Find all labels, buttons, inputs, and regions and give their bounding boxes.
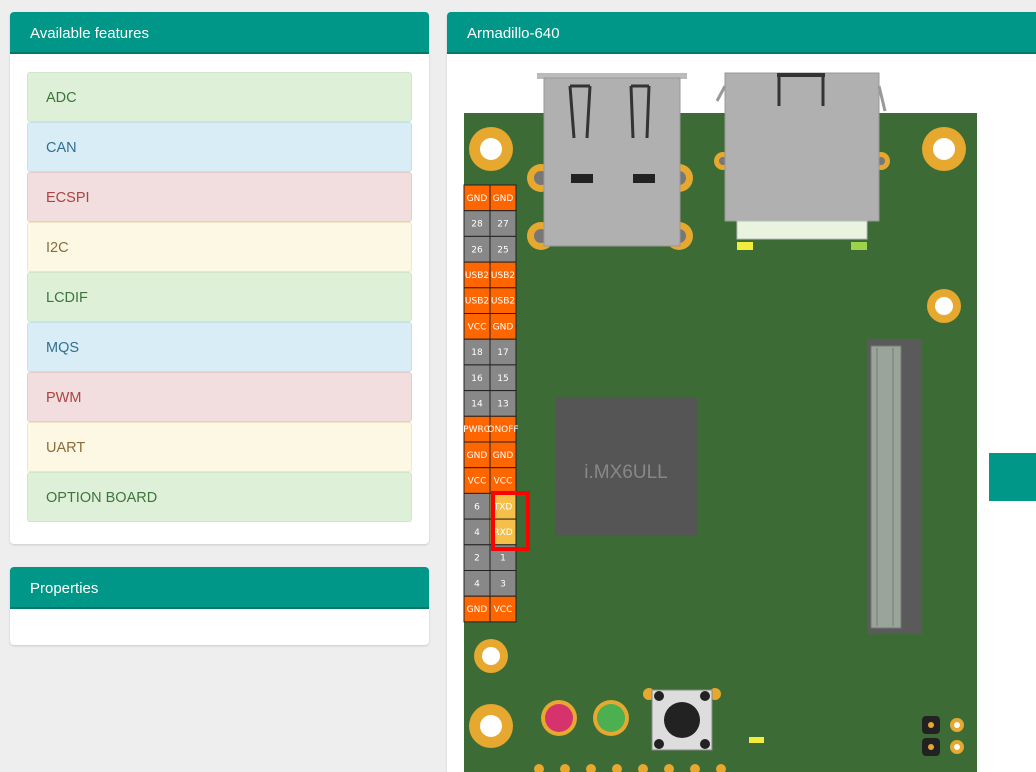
pin-label-right-0: GND	[493, 194, 514, 204]
board-panel: Armadillo-640 i.MX6ULL GND 28 26 USB2 US…	[447, 12, 1036, 772]
available-features-panel: Available features ADC CAN ECSPI I2C LCD…	[10, 12, 429, 544]
pin-label-right-5: GND	[493, 322, 514, 332]
board-diagram: i.MX6ULL GND2826USB2USB2VCC181614PWROGND…	[463, 72, 1036, 772]
soc-chip: i.MX6ULL	[555, 397, 697, 535]
feature-item-adc[interactable]: ADC	[27, 72, 412, 122]
pin-label-left-7: 16	[471, 374, 483, 384]
pin-label-left-12: 6	[474, 502, 480, 512]
feature-item-uart[interactable]: UART	[27, 422, 412, 472]
pin-label-left-4: USB2	[465, 297, 489, 307]
pin-label-left-11: VCC	[468, 477, 487, 487]
pin-label-right-10: GND	[493, 451, 514, 461]
pin-label-right-13: RXD	[493, 528, 512, 538]
flex-connector	[867, 339, 922, 634]
pin-label-right-12: TXD	[493, 502, 513, 512]
pin-label-right-8: 13	[497, 399, 508, 409]
pin-label-left-14: 2	[474, 554, 480, 564]
available-features-title: Available features	[10, 12, 429, 54]
pin-label-left-15: 4	[474, 579, 480, 589]
pin-label-right-11: VCC	[494, 477, 513, 487]
pin-label-right-3: USB2	[491, 271, 515, 281]
feature-item-option-board[interactable]: OPTION BOARD	[27, 472, 412, 522]
feature-item-i2c[interactable]: I2C	[27, 222, 412, 272]
properties-title: Properties	[10, 567, 429, 609]
pin-label-right-14: 1	[500, 554, 506, 564]
pin-label-left-13: 4	[474, 528, 480, 538]
pin-label-right-9: ONOFF	[487, 425, 518, 435]
pin-label-left-6: 18	[471, 348, 483, 358]
pin-label-right-1: 27	[497, 220, 508, 230]
feature-list: ADC CAN ECSPI I2C LCDIF MQS PWM UART OPT…	[27, 72, 412, 522]
pin-label-left-3: USB2	[465, 271, 489, 281]
pin-label-left-0: GND	[467, 194, 488, 204]
pin-label-left-1: 28	[471, 220, 483, 230]
board-title: Armadillo-640	[447, 12, 1036, 54]
feature-item-pwm[interactable]: PWM	[27, 372, 412, 422]
feature-item-can[interactable]: CAN	[27, 122, 412, 172]
feature-item-ecspi[interactable]: ECSPI	[27, 172, 412, 222]
pin-header: GND2826USB2USB2VCC181614PWROGNDVCC6424GN…	[463, 184, 519, 623]
pin-label-left-10: GND	[467, 451, 488, 461]
usb-connector	[527, 73, 693, 250]
push-button[interactable]	[643, 688, 721, 751]
pin-label-right-2: 25	[497, 245, 508, 255]
pin-label-right-6: 17	[497, 348, 508, 358]
pin-label-right-7: 15	[497, 374, 508, 384]
pin-label-left-5: VCC	[468, 322, 487, 332]
feature-item-lcdif[interactable]: LCDIF	[27, 272, 412, 322]
feature-item-mqs[interactable]: MQS	[27, 322, 412, 372]
pin-label-left-2: 26	[471, 245, 483, 255]
ethernet-connector	[714, 72, 890, 250]
pin-label-right-4: USB2	[491, 297, 515, 307]
pin-label-left-16: GND	[467, 605, 488, 615]
pin-label-right-16: VCC	[494, 605, 513, 615]
small-component	[749, 737, 764, 743]
side-tab[interactable]	[989, 453, 1036, 501]
pin-label-left-8: 14	[471, 399, 483, 409]
properties-panel: Properties	[10, 567, 429, 645]
chip-label: i.MX6ULL	[584, 462, 667, 483]
pin-label-right-15: 3	[500, 579, 506, 589]
